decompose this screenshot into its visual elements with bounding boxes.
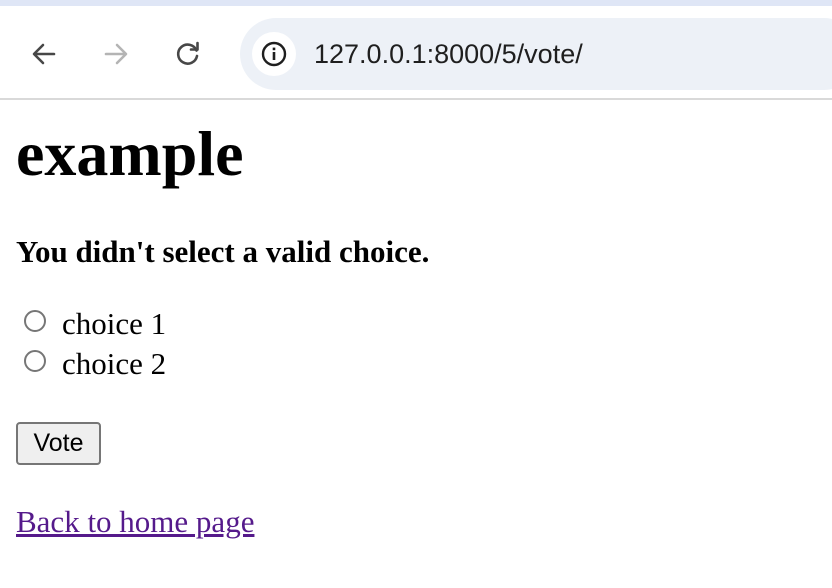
choice-label[interactable]: choice 2 xyxy=(62,346,166,382)
reload-icon xyxy=(176,41,199,65)
choice-radio[interactable] xyxy=(24,310,46,332)
choice-option[interactable]: choice 1 xyxy=(24,306,166,342)
choice-option[interactable]: choice 2 xyxy=(24,346,166,382)
address-bar[interactable]: 127.0.0.1:8000/5/vote/ xyxy=(240,18,832,90)
back-to-home-link[interactable]: Back to home page xyxy=(16,504,254,540)
site-info-button[interactable] xyxy=(252,32,296,76)
reload-button[interactable] xyxy=(168,34,208,74)
choice-label[interactable]: choice 1 xyxy=(62,306,166,342)
page-title: example xyxy=(16,118,244,189)
choice-radio[interactable] xyxy=(24,350,46,372)
error-message: You didn't select a valid choice. xyxy=(16,234,430,269)
forward-button[interactable] xyxy=(96,34,136,74)
vote-button[interactable]: Vote xyxy=(16,422,101,465)
arrow-right-icon xyxy=(104,43,128,65)
arrow-left-icon xyxy=(32,43,56,65)
browser-toolbar: 127.0.0.1:8000/5/vote/ xyxy=(0,6,832,100)
url-text[interactable]: 127.0.0.1:8000/5/vote/ xyxy=(314,38,583,70)
back-button[interactable] xyxy=(24,34,64,74)
page-content: example You didn't select a valid choice… xyxy=(0,100,832,588)
info-icon xyxy=(261,41,287,67)
